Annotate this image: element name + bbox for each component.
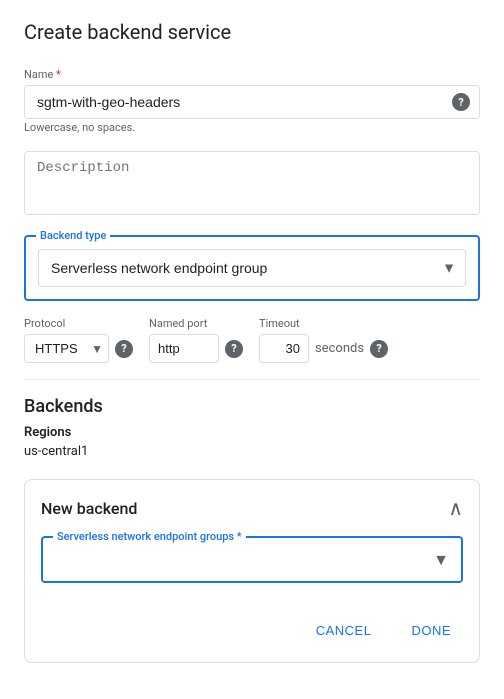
cancel-button[interactable]: CANCEL — [304, 615, 384, 646]
inline-config-fields: Protocol HTTPS HTTP HTTP/2 ▼ ? Named por… — [24, 317, 480, 363]
footer-actions: CANCEL DONE — [41, 607, 463, 646]
named-port-input-wrapper: ? — [149, 334, 243, 363]
timeout-input-wrapper: seconds ? — [259, 334, 388, 363]
timeout-field: Timeout seconds ? — [259, 317, 388, 363]
protocol-field: Protocol HTTPS HTTP HTTP/2 ▼ ? — [24, 317, 133, 363]
divider — [24, 379, 480, 380]
new-backend-header: New backend ∧ — [41, 496, 463, 520]
region-value: us-central1 — [24, 444, 480, 459]
backend-type-label: Backend type — [36, 229, 110, 242]
named-port-help-icon[interactable]: ? — [225, 340, 243, 358]
new-backend-card: New backend ∧ Serverless network endpoin… — [24, 479, 480, 663]
protocol-label: Protocol — [24, 317, 133, 330]
description-field-group — [24, 151, 480, 219]
timeout-label: Timeout — [259, 317, 388, 330]
backend-type-select[interactable]: Serverless network endpoint group Instan… — [38, 249, 466, 287]
neg-endpoint-label: Serverless network endpoint groups * — [53, 530, 246, 543]
named-port-field: Named port ? — [149, 317, 243, 363]
regions-label: Regions — [24, 425, 480, 440]
name-input-wrapper: ? — [24, 85, 480, 119]
protocol-select-wrapper: HTTPS HTTP HTTP/2 ▼ — [24, 334, 109, 363]
backends-section: Backends Regions us-central1 New backend… — [24, 396, 480, 663]
new-backend-collapse-icon[interactable]: ∧ — [448, 496, 463, 520]
page-title: Create backend service — [24, 20, 480, 44]
new-backend-title: New backend — [41, 499, 137, 518]
timeout-help-icon[interactable]: ? — [370, 340, 388, 358]
protocol-help-icon[interactable]: ? — [115, 340, 133, 358]
protocol-select[interactable]: HTTPS HTTP HTTP/2 — [24, 334, 109, 363]
name-label: Name * — [24, 68, 480, 81]
named-port-label: Named port — [149, 317, 243, 330]
timeout-unit-label: seconds — [315, 341, 364, 356]
name-field-group: Name * ? Lowercase, no spaces. — [24, 68, 480, 135]
neg-select-wrapper: ▼ — [55, 548, 449, 571]
timeout-input[interactable] — [259, 334, 309, 363]
neg-endpoint-section: Serverless network endpoint groups * ▼ — [41, 536, 463, 583]
done-button[interactable]: DONE — [399, 615, 463, 646]
protocol-input-wrapper: HTTPS HTTP HTTP/2 ▼ ? — [24, 334, 133, 363]
create-backend-service-page: Create backend service Name * ? Lowercas… — [0, 0, 504, 699]
name-input[interactable] — [24, 85, 480, 119]
backend-type-section: Backend type Serverless network endpoint… — [24, 235, 480, 301]
name-hint: Lowercase, no spaces. — [24, 121, 135, 134]
name-help-icon[interactable]: ? — [452, 93, 470, 111]
named-port-input[interactable] — [149, 334, 219, 363]
neg-select[interactable] — [55, 548, 449, 571]
description-input[interactable] — [24, 151, 480, 215]
backends-title: Backends — [24, 396, 480, 417]
backend-type-select-wrapper: Serverless network endpoint group Instan… — [38, 249, 466, 287]
